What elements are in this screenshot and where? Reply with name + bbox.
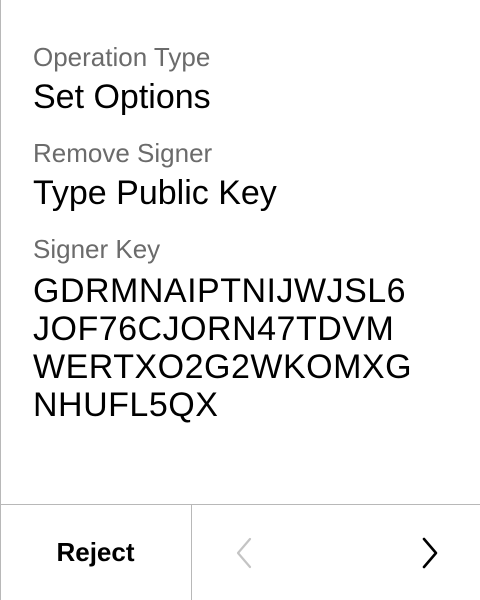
footer-divider (191, 505, 192, 600)
chevron-right-icon (422, 537, 438, 568)
operation-details: Operation Type Set Options Remove Signer… (33, 40, 463, 424)
signer-key-line: WERTXO2G2WKOMXG (33, 348, 413, 386)
remove-signer-field: Remove Signer Type Public Key (33, 136, 463, 214)
next-button[interactable] (390, 505, 470, 600)
operation-type-field: Operation Type Set Options (33, 40, 463, 118)
previous-button[interactable] (204, 505, 284, 600)
action-bar: Reject (0, 504, 480, 600)
operation-type-value: Set Options (33, 78, 211, 116)
signer-key-line: NHUFL5QX (33, 386, 219, 424)
reject-button[interactable]: Reject (0, 505, 191, 600)
signer-key-line: JOF76CJORN47TDVM (33, 310, 395, 348)
remove-signer-value: Type Public Key (33, 174, 277, 212)
chevron-left-icon (236, 537, 252, 568)
signer-key-value: GDRMNAIPTNIJWJSL6 JOF76CJORN47TDVM WERTX… (33, 272, 463, 424)
operation-type-label: Operation Type (33, 42, 211, 72)
signer-key-line: GDRMNAIPTNIJWJSL6 (33, 272, 407, 310)
signer-key-field: Signer Key GDRMNAIPTNIJWJSL6 JOF76CJORN4… (33, 232, 463, 424)
remove-signer-label: Remove Signer (33, 138, 213, 168)
signer-key-label: Signer Key (33, 234, 161, 264)
